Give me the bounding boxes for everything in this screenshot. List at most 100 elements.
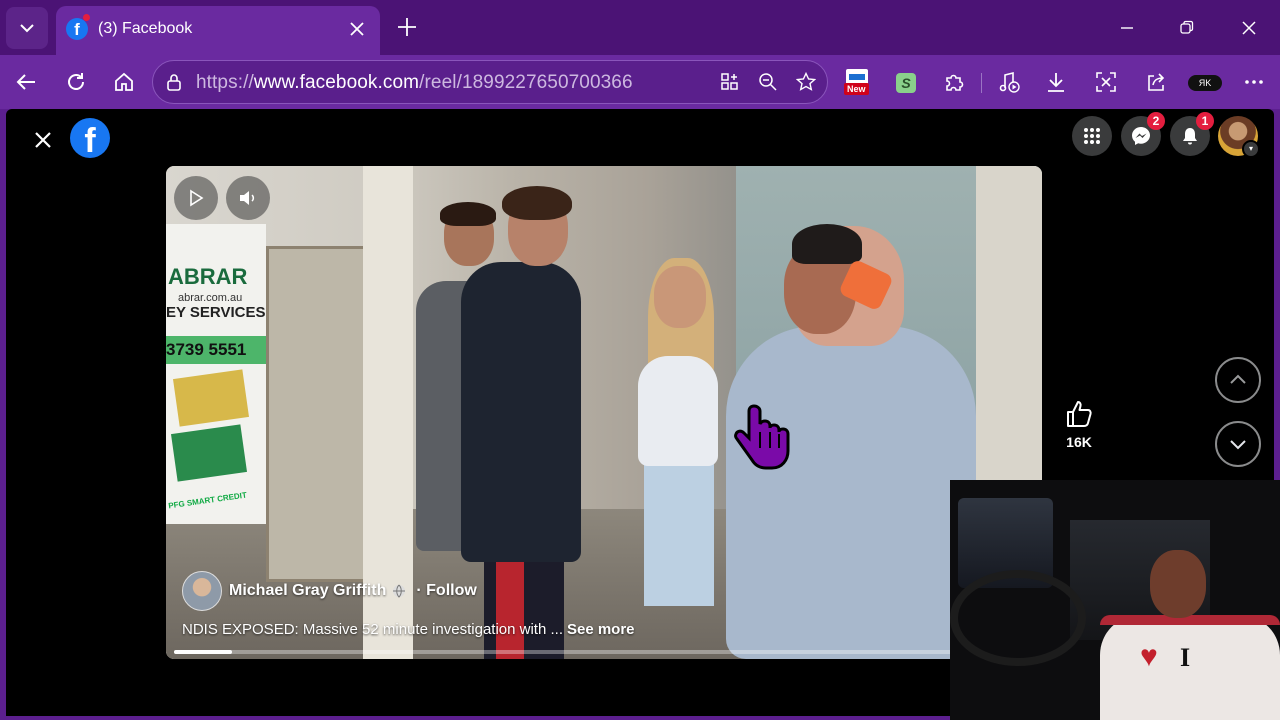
url-prefix: https:// <box>196 72 254 93</box>
tab-facebook[interactable]: f (3) Facebook <box>56 6 380 55</box>
downloads-button[interactable] <box>1040 66 1072 98</box>
media-control-button[interactable] <box>993 66 1025 98</box>
person-blue-dress-veil <box>792 224 862 264</box>
close-icon <box>350 22 364 36</box>
zoom-button[interactable] <box>755 69 781 95</box>
address-bar[interactable]: https://www.facebook.com/reel/1899227650… <box>152 60 828 104</box>
video-shop-sign: ABRAR abrar.com.au EY SERVICES 3739 5551… <box>166 224 266 524</box>
new-tab-button[interactable] <box>394 14 420 40</box>
zoom-out-icon <box>759 73 777 91</box>
chevron-down-icon: ▾ <box>1242 140 1260 158</box>
news-extension-button[interactable]: New <box>844 69 870 97</box>
home-icon <box>115 72 133 91</box>
arrow-left-icon <box>16 74 35 90</box>
toolbar-separator <box>981 73 982 93</box>
webcam-overlay: ♥ I <box>950 480 1280 720</box>
close-window-button[interactable] <box>1236 15 1262 41</box>
sign-brand: ABRAR <box>168 264 248 289</box>
messenger-button[interactable]: 2 <box>1121 112 1165 156</box>
site-info-button[interactable] <box>161 69 187 95</box>
notifications-button[interactable]: 1 <box>1170 112 1214 156</box>
close-reel-button[interactable] <box>28 125 58 155</box>
sign-services: EY SERVICES <box>166 304 266 321</box>
url-path: /reel/1899227650700366 <box>419 72 633 93</box>
browser-toolbar: https://www.facebook.com/reel/1899227650… <box>0 55 1280 109</box>
profile-extension-button[interactable]: ЯK <box>1188 75 1222 91</box>
webcam-steering-wheel <box>950 570 1086 666</box>
notification-dot <box>83 14 90 21</box>
messenger-badge: 2 <box>1147 112 1165 130</box>
follow-button[interactable]: · Follow <box>416 582 476 600</box>
author-avatar[interactable] <box>182 571 222 611</box>
share-icon <box>1148 73 1165 91</box>
speaker-icon <box>240 191 255 205</box>
shirt-letter: I <box>1180 643 1191 672</box>
restore-button[interactable] <box>1174 15 1200 41</box>
tab-strip: f (3) Facebook <box>0 0 1280 55</box>
reel-video[interactable]: ABRAR abrar.com.au EY SERVICES 3739 5551… <box>166 166 1042 659</box>
webcam-person-head <box>1150 550 1206 618</box>
settings-menu-button[interactable] <box>1238 66 1270 98</box>
s-extension-button[interactable]: S <box>896 73 916 93</box>
app-available-button[interactable] <box>717 69 743 95</box>
account-avatar[interactable]: ▾ <box>1218 116 1260 158</box>
sign-card-gold <box>173 369 249 427</box>
minimize-button[interactable] <box>1114 15 1140 41</box>
author-name[interactable]: Michael Gray Griffith <box>229 582 386 600</box>
menu-button[interactable] <box>1072 116 1112 156</box>
see-more-link[interactable]: See more <box>567 621 635 638</box>
home-button[interactable] <box>108 66 140 98</box>
tab-title: (3) Facebook <box>98 20 193 37</box>
screenshot-button[interactable] <box>1090 66 1122 98</box>
star-icon <box>796 72 816 91</box>
chevron-down-icon <box>1230 440 1246 450</box>
person-blonde-jeans <box>644 456 714 606</box>
person-blonde-top <box>638 356 718 466</box>
restore-icon <box>1180 20 1194 34</box>
reload-button[interactable] <box>60 66 92 98</box>
play-button[interactable] <box>174 176 218 220</box>
video-caption: NDIS EXPOSED: Massive 52 minute investig… <box>182 621 635 638</box>
chevron-down-icon <box>20 24 34 33</box>
play-icon <box>190 189 204 207</box>
video-progress-fill <box>174 650 232 654</box>
like-button[interactable] <box>1064 399 1094 429</box>
person-blue-dress <box>726 326 976 659</box>
sign-site: abrar.com.au <box>178 292 243 304</box>
new-badge: New <box>844 83 869 95</box>
webcam-shirt-stripe <box>1100 615 1280 625</box>
facebook-logo[interactable]: f <box>70 118 110 158</box>
notifications-badge: 1 <box>1196 112 1214 130</box>
facebook-favicon-icon: f <box>66 18 88 40</box>
share-button[interactable] <box>1140 66 1172 98</box>
caption-text: NDIS EXPOSED: Massive 52 minute investig… <box>182 621 563 638</box>
screenshot-icon <box>1096 72 1116 92</box>
url-text[interactable]: https://www.facebook.com/reel/1899227650… <box>196 72 633 94</box>
favorite-button[interactable] <box>793 69 819 95</box>
tab-close-button[interactable] <box>346 18 368 40</box>
music-play-icon <box>999 71 1020 93</box>
mute-button[interactable] <box>226 176 270 220</box>
chevron-up-icon <box>1230 374 1246 384</box>
sign-phone: 3739 5551 <box>166 340 247 359</box>
video-author: Michael Gray Griffith · Follow <box>182 571 477 611</box>
person-navy-shirt <box>461 262 581 562</box>
apps-add-icon <box>721 73 738 90</box>
video-door <box>266 246 367 582</box>
globe-icon <box>393 584 406 598</box>
previous-reel-button[interactable] <box>1215 357 1261 403</box>
person-grey-shirt-hair <box>440 202 496 226</box>
grid-menu-icon <box>1084 128 1100 144</box>
url-domain: www.facebook.com <box>253 72 420 93</box>
back-button[interactable] <box>10 66 42 98</box>
tab-actions-menu-button[interactable] <box>6 7 48 49</box>
next-reel-button[interactable] <box>1215 421 1261 467</box>
extensions-button[interactable] <box>938 66 970 98</box>
minimize-icon <box>1121 27 1133 29</box>
sign-card-green <box>171 424 247 482</box>
bell-icon <box>1183 128 1197 145</box>
plus-icon <box>398 18 416 36</box>
messenger-icon <box>1132 127 1150 145</box>
video-progress-bar[interactable] <box>174 650 1034 654</box>
heart-icon: ♥ <box>1140 640 1158 673</box>
